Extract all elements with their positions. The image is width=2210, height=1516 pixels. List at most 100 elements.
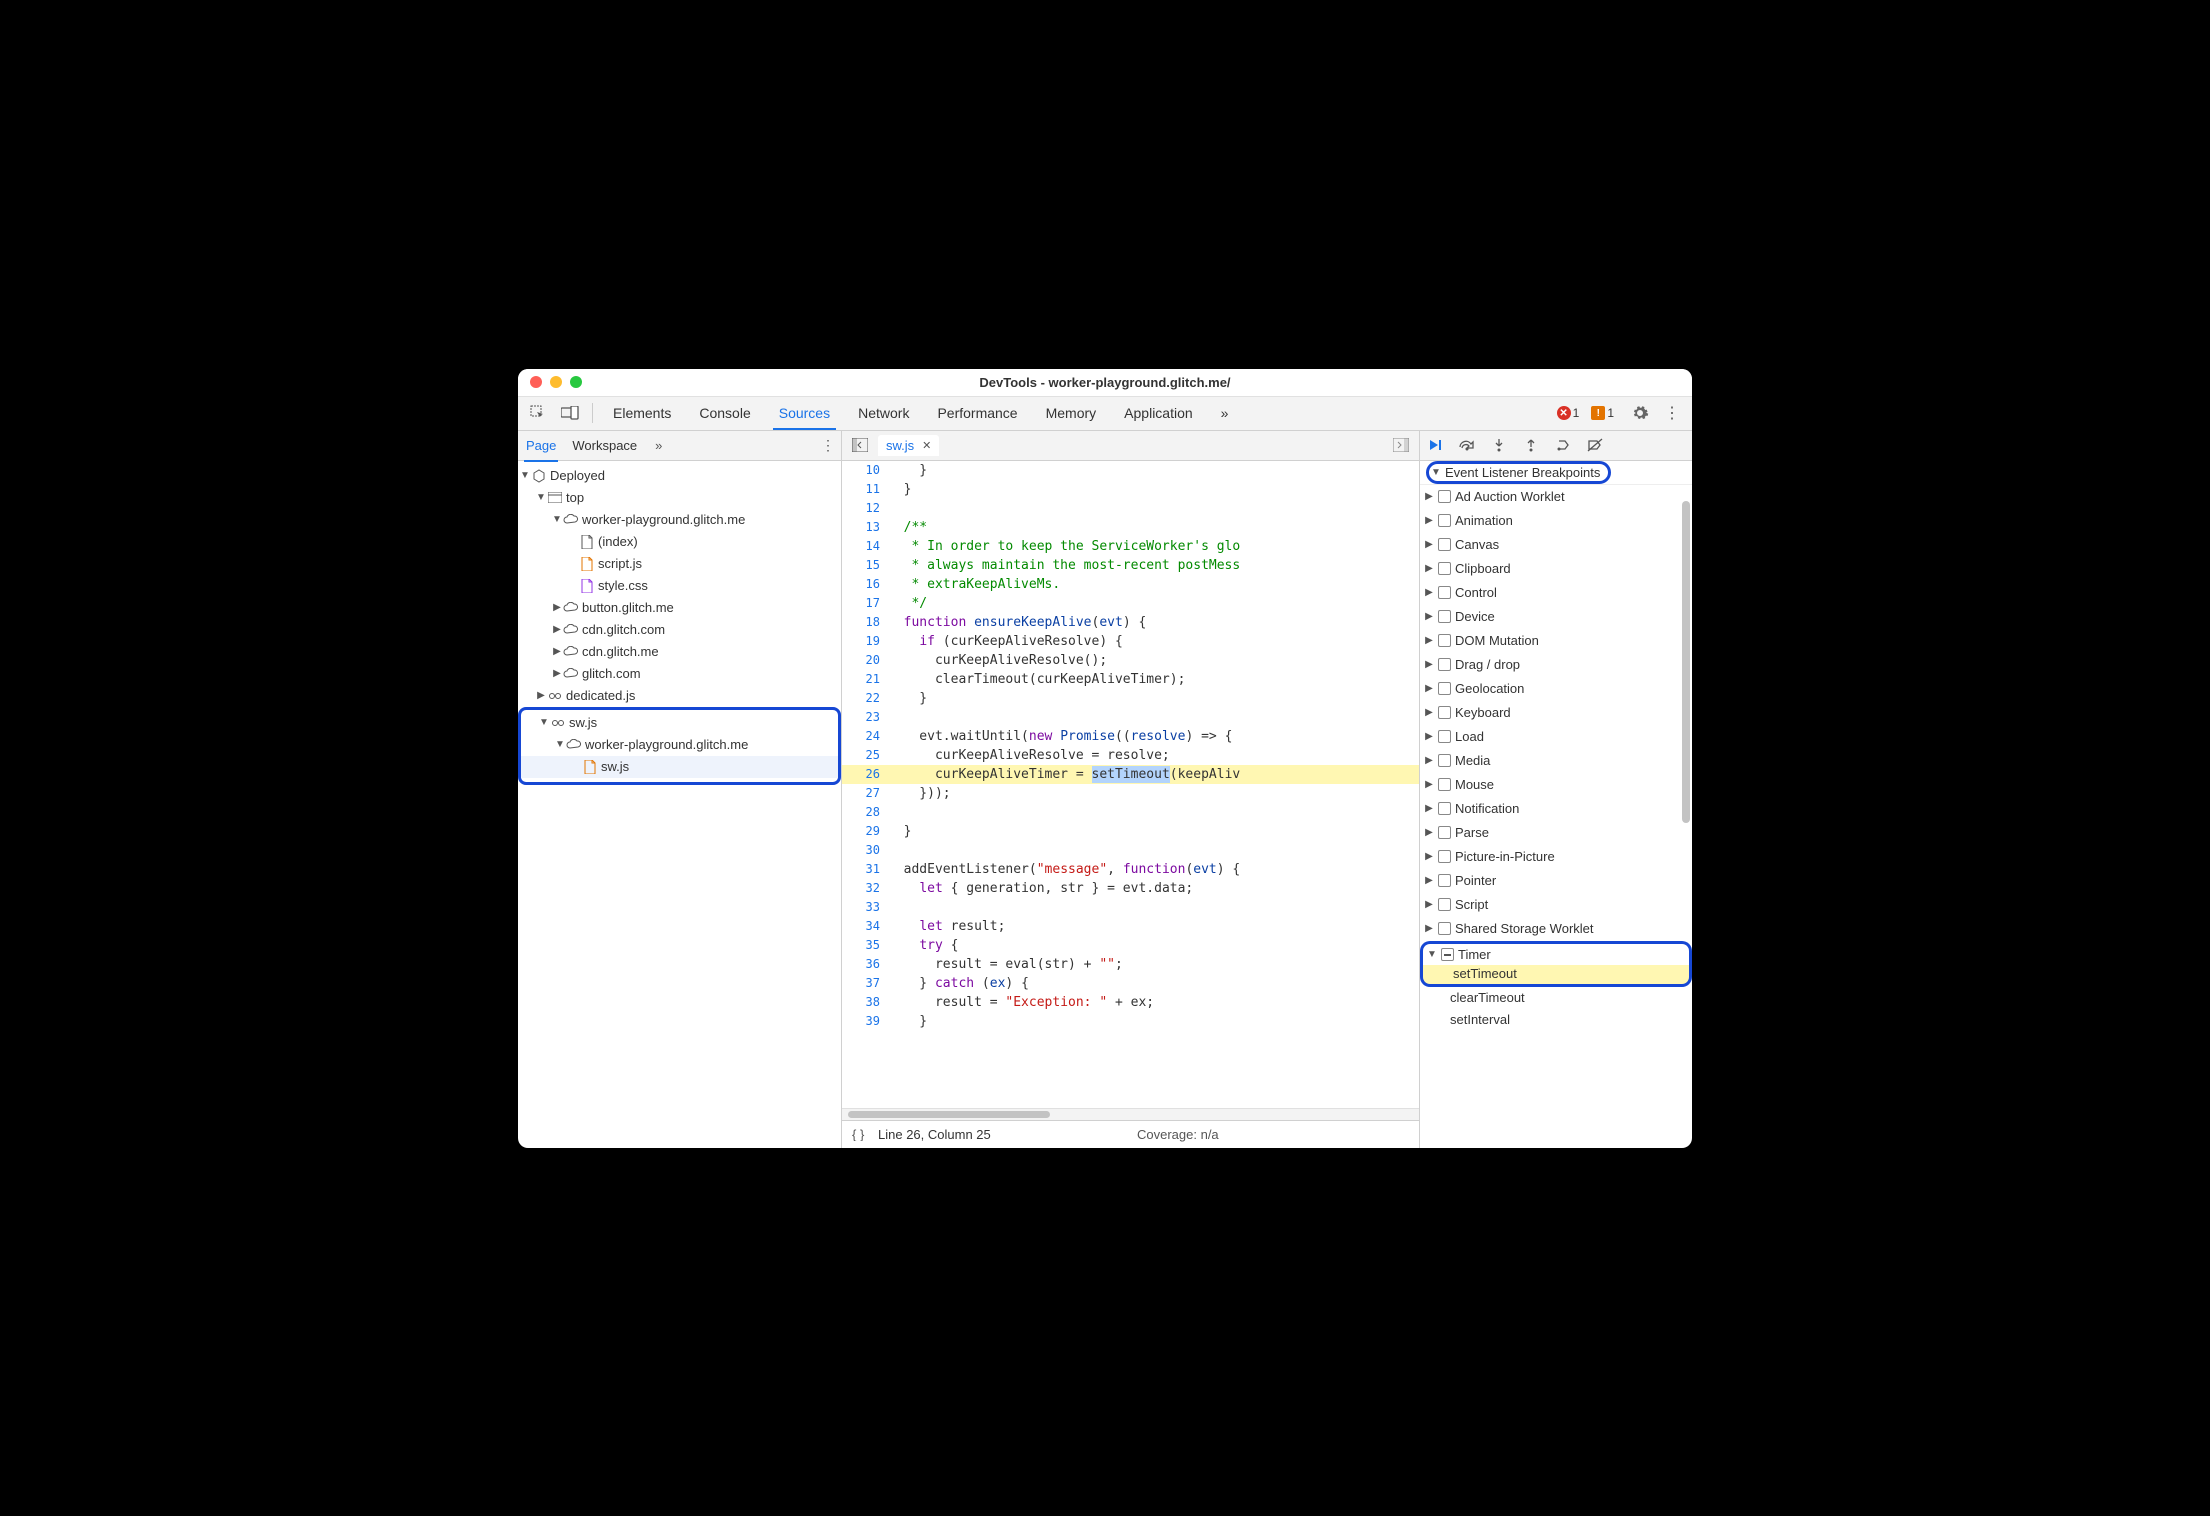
resume-icon[interactable] (1426, 436, 1444, 454)
tree-domain-collapsed[interactable]: ▶button.glitch.me (518, 597, 841, 619)
checkbox[interactable] (1438, 586, 1451, 599)
code-line[interactable]: 28 (842, 803, 1419, 822)
code-line[interactable]: 23 (842, 708, 1419, 727)
code-line[interactable]: 16 * extraKeepAliveMs. (842, 575, 1419, 594)
tab-console[interactable]: Console (687, 396, 762, 430)
pretty-print-icon[interactable]: { } (852, 1127, 868, 1141)
tree-domain[interactable]: ▼ worker-playground.glitch.me (518, 509, 841, 531)
code-line[interactable]: 31 addEventListener("message", function(… (842, 860, 1419, 879)
code-line[interactable]: 27 })); (842, 784, 1419, 803)
code-line[interactable]: 35 try { (842, 936, 1419, 955)
tab-application[interactable]: Application (1112, 396, 1205, 430)
warning-counter[interactable]: !1 (1591, 406, 1614, 420)
tab-network[interactable]: Network (846, 396, 921, 430)
breakpoint-category[interactable]: ▶Parse (1420, 821, 1692, 845)
checkbox[interactable] (1438, 850, 1451, 863)
more-tabs-button[interactable]: » (1209, 396, 1241, 430)
code-line[interactable]: 14 * In order to keep the ServiceWorker'… (842, 537, 1419, 556)
code-line[interactable]: 24 evt.waitUntil(new Promise((resolve) =… (842, 727, 1419, 746)
breakpoint-category[interactable]: ▶Mouse (1420, 773, 1692, 797)
checkbox[interactable] (1438, 874, 1451, 887)
code-line[interactable]: 30 (842, 841, 1419, 860)
tree-domain-collapsed[interactable]: ▶glitch.com (518, 663, 841, 685)
kebab-menu-icon[interactable]: ⋮ (1658, 400, 1686, 426)
breakpoint-category[interactable]: ▶Animation (1420, 509, 1692, 533)
page-tab[interactable]: Page (524, 434, 558, 457)
step-icon[interactable] (1554, 436, 1572, 454)
tree-domain-collapsed[interactable]: ▶cdn.glitch.com (518, 619, 841, 641)
code-line[interactable]: 33 (842, 898, 1419, 917)
code-line[interactable]: 21 clearTimeout(curKeepAliveTimer); (842, 670, 1419, 689)
toggle-debugger-icon[interactable] (1389, 433, 1413, 457)
breakpoint-category[interactable]: ▶Pointer (1420, 869, 1692, 893)
code-line[interactable]: 26 curKeepAliveTimer = setTimeout(keepAl… (842, 765, 1419, 784)
tree-domain-collapsed[interactable]: ▶cdn.glitch.me (518, 641, 841, 663)
error-counter[interactable]: ✕1 (1557, 406, 1580, 420)
tree-file[interactable]: style.css (518, 575, 841, 597)
breakpoint-category[interactable]: ▶Canvas (1420, 533, 1692, 557)
checkbox[interactable] (1438, 682, 1451, 695)
tree-file[interactable]: (index) (518, 531, 841, 553)
code-line[interactable]: 29 } (842, 822, 1419, 841)
code-editor[interactable]: 10 }11 }1213 /**14 * In order to keep th… (842, 461, 1419, 1108)
close-tab-icon[interactable]: ✕ (922, 439, 931, 452)
tab-memory[interactable]: Memory (1034, 396, 1109, 430)
code-line[interactable]: 36 result = eval(str) + ""; (842, 955, 1419, 974)
breakpoint-sub-setInterval[interactable]: setInterval (1420, 1009, 1692, 1031)
checkbox-partial[interactable] (1441, 948, 1454, 961)
breakpoint-category[interactable]: ▶Device (1420, 605, 1692, 629)
breakpoint-category[interactable]: ▶Control (1420, 581, 1692, 605)
code-line[interactable]: 17 */ (842, 594, 1419, 613)
code-line[interactable]: 15 * always maintain the most-recent pos… (842, 556, 1419, 575)
breakpoint-category[interactable]: ▶Picture-in-Picture (1420, 845, 1692, 869)
checkbox[interactable] (1438, 514, 1451, 527)
code-line[interactable]: 22 } (842, 689, 1419, 708)
checkbox[interactable] (1438, 706, 1451, 719)
checkbox[interactable] (1438, 754, 1451, 767)
tree-file[interactable]: script.js (518, 553, 841, 575)
file-tab-swjs[interactable]: sw.js ✕ (878, 435, 939, 456)
checkbox[interactable] (1438, 730, 1451, 743)
code-line[interactable]: 38 result = "Exception: " + ex; (842, 993, 1419, 1012)
checkbox[interactable] (1438, 898, 1451, 911)
tree-sw-domain[interactable]: ▼ worker-playground.glitch.me (521, 734, 838, 756)
breakpoint-category[interactable]: ▶Media (1420, 749, 1692, 773)
tree-file-swjs[interactable]: sw.js (521, 756, 838, 778)
settings-icon[interactable] (1626, 400, 1654, 426)
breakpoint-category[interactable]: ▶Drag / drop (1420, 653, 1692, 677)
code-line[interactable]: 13 /** (842, 518, 1419, 537)
deactivate-breakpoints-icon[interactable] (1586, 436, 1604, 454)
code-line[interactable]: 39 } (842, 1012, 1419, 1031)
inspect-element-icon[interactable] (524, 400, 552, 426)
tree-dedicated-worker[interactable]: ▶ dedicated.js (518, 685, 841, 707)
checkbox[interactable] (1438, 562, 1451, 575)
checkbox[interactable] (1438, 778, 1451, 791)
event-listener-breakpoints-header[interactable]: ▼ Event Listener Breakpoints (1420, 461, 1692, 485)
code-line[interactable]: 19 if (curKeepAliveResolve) { (842, 632, 1419, 651)
tab-performance[interactable]: Performance (925, 396, 1029, 430)
navigator-menu-icon[interactable]: ⋮ (821, 437, 835, 454)
code-line[interactable]: 10 } (842, 461, 1419, 480)
checkbox[interactable] (1438, 826, 1451, 839)
breakpoint-category[interactable]: ▶Script (1420, 893, 1692, 917)
workspace-tab[interactable]: Workspace (570, 434, 639, 457)
device-toolbar-icon[interactable] (556, 400, 584, 426)
checkbox[interactable] (1438, 802, 1451, 815)
more-navigator-tabs[interactable]: » (655, 438, 662, 453)
step-out-icon[interactable] (1522, 436, 1540, 454)
tab-sources[interactable]: Sources (767, 396, 842, 430)
tree-service-worker[interactable]: ▼ sw.js (521, 712, 838, 734)
breakpoint-category[interactable]: ▶Clipboard (1420, 557, 1692, 581)
code-line[interactable]: 32 let { generation, str } = evt.data; (842, 879, 1419, 898)
code-line[interactable]: 25 curKeepAliveResolve = resolve; (842, 746, 1419, 765)
breakpoint-category[interactable]: ▶DOM Mutation (1420, 629, 1692, 653)
code-line[interactable]: 34 let result; (842, 917, 1419, 936)
checkbox[interactable] (1438, 490, 1451, 503)
breakpoint-category[interactable]: ▶Shared Storage Worklet (1420, 917, 1692, 941)
tab-elements[interactable]: Elements (601, 396, 683, 430)
code-line[interactable]: 20 curKeepAliveResolve(); (842, 651, 1419, 670)
breakpoint-category[interactable]: ▶Load (1420, 725, 1692, 749)
checkbox[interactable] (1438, 922, 1451, 935)
vertical-scrollbar[interactable] (1682, 501, 1690, 824)
checkbox[interactable] (1438, 610, 1451, 623)
